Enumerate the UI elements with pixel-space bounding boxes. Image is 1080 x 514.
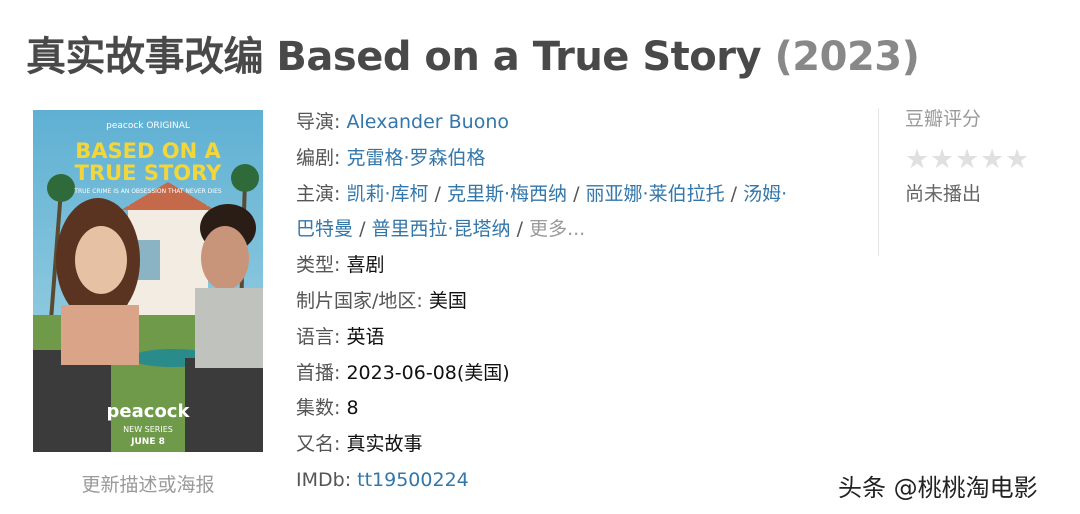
director-link[interactable]: Alexander Buono	[346, 111, 509, 133]
genre-row: 类型: 喜剧	[296, 248, 866, 284]
poster-tagline: TRUE CRIME IS AN OBSESSION THAT NEVER DI…	[73, 188, 222, 195]
page-title: 真实故事改编 Based on a True Story (2023)	[26, 26, 920, 88]
country-row: 制片国家/地区: 美国	[296, 284, 866, 320]
cast-separator: /	[359, 218, 366, 241]
poster-image[interactable]: peacock ORIGINAL BASED ON A TRUE STORY T…	[33, 110, 263, 452]
star-icon: ★	[955, 144, 980, 175]
rating-stars: ★ ★ ★ ★ ★	[905, 144, 1030, 175]
premiere-value: 2023-06-08(美国)	[346, 361, 510, 384]
cast-link[interactable]: 克里斯·梅西纳	[447, 183, 567, 205]
writer-row: 编剧: 克雷格·罗森伯格	[296, 141, 866, 177]
language-row: 语言: 英语	[296, 320, 866, 356]
aka-row: 又名: 真实故事	[296, 427, 866, 463]
star-icon: ★	[905, 144, 930, 175]
cast-label: 主演:	[296, 182, 341, 205]
cast-separator: /	[573, 182, 580, 205]
country-value: 美国	[428, 289, 467, 312]
aka-label: 又名:	[296, 433, 341, 456]
genre-value: 喜剧	[346, 254, 385, 277]
premiere-row: 首播: 2023-06-08(美国)	[296, 356, 866, 392]
writer-label: 编剧:	[296, 146, 341, 169]
cast-link[interactable]: 汤姆·	[743, 183, 787, 205]
imdb-label: IMDb:	[296, 468, 352, 491]
imdb-row: IMDb: tt19500224	[296, 463, 866, 499]
genre-label: 类型:	[296, 254, 341, 277]
cast-more-link[interactable]: 更多...	[529, 218, 585, 240]
rating-label: 豆瓣评分	[905, 108, 982, 130]
country-label: 制片国家/地区:	[296, 289, 423, 312]
poster-series-line2: JUNE 8	[130, 437, 165, 447]
cast-separator: /	[516, 218, 524, 241]
poster-title-line1: BASED ON A	[75, 139, 221, 163]
imdb-link[interactable]: tt19500224	[357, 469, 469, 491]
director-label: 导演:	[296, 111, 341, 133]
cast-row: 主演: 凯莉·库柯 / 克里斯·梅西纳 / 丽亚娜·莱伯拉托 / 汤姆·	[296, 177, 866, 213]
poster-brand-bottom: peacock	[107, 401, 191, 422]
cast-link[interactable]: 丽亚娜·莱伯拉托	[586, 183, 725, 205]
rating-panel: 豆瓣评分 ★ ★ ★ ★ ★ 尚未播出	[905, 105, 1030, 209]
episodes-row: 集数: 8	[296, 391, 866, 427]
poster-title-line2: TRUE STORY	[75, 161, 223, 185]
poster-series-line1: NEW SERIES	[123, 425, 173, 434]
cast-separator: /	[730, 182, 738, 205]
writer-link[interactable]: 克雷格·罗森伯格	[346, 147, 485, 169]
cast-link[interactable]: 巴特曼	[296, 218, 353, 240]
cast-separator: /	[434, 182, 441, 205]
language-label: 语言:	[296, 325, 341, 348]
title-text: 真实故事改编 Based on a True Story	[26, 34, 762, 80]
episodes-value: 8	[346, 397, 359, 420]
star-icon: ★	[930, 144, 955, 175]
cast-row-continued: 巴特曼 / 普里西拉·昆塔纳 / 更多...	[296, 212, 866, 248]
language-value: 英语	[346, 325, 385, 348]
episodes-label: 集数:	[296, 397, 341, 420]
title-year: (2023)	[774, 34, 920, 80]
director-row: 导演: Alexander Buono	[296, 105, 866, 141]
watermark: 头条 @桃桃淘电影	[838, 474, 1038, 502]
poster-art: peacock ORIGINAL BASED ON A TRUE STORY T…	[33, 110, 263, 452]
poster-brand-top: peacock ORIGINAL	[106, 121, 190, 131]
star-icon: ★	[980, 144, 1005, 175]
update-poster-link[interactable]: 更新描述或海报	[33, 470, 263, 497]
cast-link[interactable]: 凯莉·库柯	[346, 183, 428, 205]
rating-divider	[878, 108, 879, 256]
movie-info: 导演: Alexander Buono 编剧: 克雷格·罗森伯格 主演: 凯莉·…	[296, 105, 866, 499]
cast-link[interactable]: 普里西拉·昆塔纳	[372, 218, 511, 240]
aka-value: 真实故事	[346, 433, 423, 456]
premiere-label: 首播:	[296, 361, 341, 384]
star-icon: ★	[1005, 144, 1030, 175]
rating-status: 尚未播出	[905, 183, 982, 205]
